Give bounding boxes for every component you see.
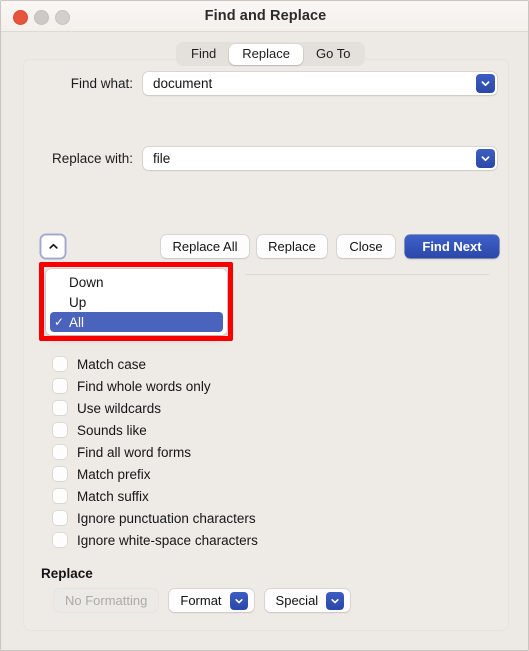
- format-menu-button[interactable]: Format: [169, 589, 254, 612]
- no-formatting-button[interactable]: No Formatting: [54, 589, 159, 612]
- annotation-highlight-box: [39, 262, 233, 341]
- chevron-up-icon: [48, 238, 59, 256]
- replace-all-button[interactable]: Replace All: [161, 235, 249, 258]
- replace-with-row: Replace with: file: [41, 146, 499, 170]
- find-next-button[interactable]: Find Next: [405, 235, 499, 258]
- option-match-case[interactable]: Match case: [53, 353, 383, 375]
- option-ignore-white-space-characters[interactable]: Ignore white-space characters: [53, 529, 383, 551]
- mode-tab-bar: Find Replace Go To: [176, 42, 366, 66]
- find-what-row: Find what: document: [57, 71, 499, 95]
- option-match-prefix[interactable]: Match prefix: [53, 463, 383, 485]
- option-label: Find all word forms: [77, 444, 192, 460]
- chevron-down-icon[interactable]: [229, 591, 248, 610]
- chevron-down-icon[interactable]: [326, 591, 345, 610]
- tab-go-to[interactable]: Go To: [303, 44, 363, 65]
- find-what-combobox[interactable]: document: [143, 71, 497, 95]
- find-what-label: Find what:: [70, 75, 133, 91]
- option-sounds-like[interactable]: Sounds like: [53, 419, 383, 441]
- replace-section-title: Replace: [41, 566, 93, 581]
- replace-with-label: Replace with:: [51, 150, 133, 166]
- checkbox-icon[interactable]: [53, 467, 67, 481]
- option-use-wildcards[interactable]: Use wildcards: [53, 397, 383, 419]
- action-button-row: Replace All Replace Close Find Next: [41, 235, 499, 259]
- replace-button[interactable]: Replace: [257, 235, 327, 258]
- find-and-replace-window: Find and Replace Find Replace Go To Find…: [0, 0, 529, 651]
- close-button[interactable]: Close: [337, 235, 395, 258]
- option-label: Use wildcards: [77, 400, 162, 416]
- search-options-list: Match case Find whole words only Use wil…: [53, 353, 383, 551]
- option-label: Match case: [77, 356, 147, 372]
- checkbox-icon[interactable]: [53, 533, 67, 547]
- replace-with-input[interactable]: file: [143, 151, 476, 166]
- option-label: Find whole words only: [77, 378, 211, 394]
- format-label: Format: [180, 593, 222, 608]
- replace-with-combobox[interactable]: file: [143, 146, 497, 170]
- checkbox-icon[interactable]: [53, 489, 67, 503]
- checkbox-icon[interactable]: [53, 379, 67, 393]
- checkbox-icon[interactable]: [53, 445, 67, 459]
- option-label: Ignore punctuation characters: [77, 510, 256, 526]
- search-direction-toggle-button[interactable]: [41, 235, 65, 258]
- tab-find[interactable]: Find: [178, 44, 229, 65]
- option-find-all-word-forms[interactable]: Find all word forms: [53, 441, 383, 463]
- special-menu-button[interactable]: Special: [264, 589, 351, 612]
- option-label: Match suffix: [77, 488, 149, 504]
- chevron-down-icon[interactable]: [475, 73, 495, 93]
- option-label: Sounds like: [77, 422, 147, 438]
- option-label: Ignore white-space characters: [77, 532, 258, 548]
- tab-replace[interactable]: Replace: [229, 43, 303, 65]
- window-title: Find and Replace: [204, 8, 327, 24]
- checkbox-icon[interactable]: [53, 357, 67, 371]
- option-ignore-punctuation-characters[interactable]: Ignore punctuation characters: [53, 507, 383, 529]
- find-what-input[interactable]: document: [143, 76, 476, 91]
- checkbox-icon[interactable]: [53, 401, 67, 415]
- window-titlebar: Find and Replace: [1, 1, 528, 32]
- option-match-suffix[interactable]: Match suffix: [53, 485, 383, 507]
- option-find-whole-words-only[interactable]: Find whole words only: [53, 375, 383, 397]
- special-label: Special: [275, 593, 319, 608]
- chevron-down-icon[interactable]: [475, 148, 495, 168]
- formatting-button-row: No Formatting Format Special: [54, 589, 351, 612]
- options-divider: [245, 274, 489, 275]
- checkbox-icon[interactable]: [53, 423, 67, 437]
- checkbox-icon[interactable]: [53, 511, 67, 525]
- option-label: Match prefix: [77, 466, 151, 482]
